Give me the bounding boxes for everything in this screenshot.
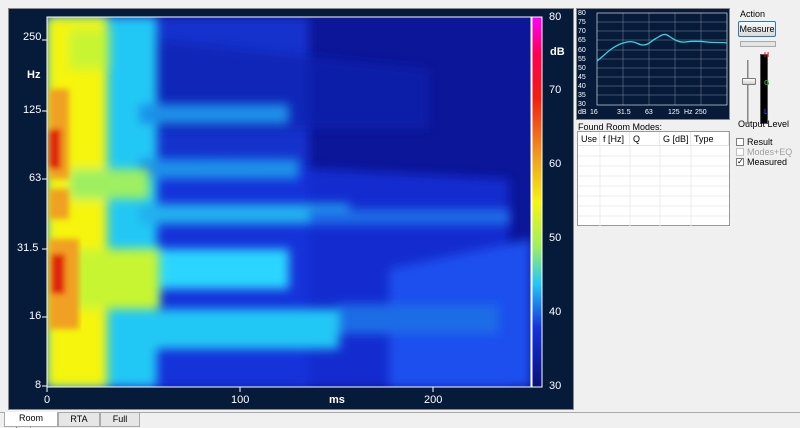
x-axis-unit: ms: [329, 394, 345, 406]
room-modes-grid: [578, 146, 729, 226]
fr-y-tick-55: 55: [578, 56, 586, 63]
modes-eq-checkbox: [736, 147, 744, 156]
fr-y-tick-40: 40: [578, 83, 586, 90]
column-use[interactable]: Use: [578, 132, 600, 145]
y-tick-63: 63: [29, 172, 42, 184]
room-modes-table[interactable]: Use f [Hz] Q G [dB] Type: [577, 131, 730, 226]
colorbar-tick-80: 80: [549, 11, 562, 23]
y-tick-31-5: 31.5: [17, 242, 39, 254]
y-axis-unit: Hz: [27, 69, 41, 81]
fr-x-tick-125: 125: [668, 109, 680, 116]
result-checkbox[interactable]: [736, 137, 744, 146]
y-tick-125: 125: [23, 104, 42, 116]
tab-rta[interactable]: RTA: [58, 413, 100, 427]
colorbar-unit: dB: [550, 46, 565, 58]
colorbar-tick-70: 70: [549, 84, 562, 96]
fr-x-tick-31-5: 31.5: [617, 109, 631, 116]
column-type[interactable]: Type: [691, 132, 729, 145]
fr-y-tick-70: 70: [578, 28, 586, 35]
frequency-response-plot: [596, 12, 728, 106]
x-tick-200: 200: [424, 394, 443, 406]
meter-letter-low: L: [764, 109, 769, 116]
measure-button[interactable]: Measure: [738, 21, 776, 37]
meter-letter-high: H: [764, 52, 770, 59]
fr-x-tick-63: 63: [645, 109, 653, 116]
measured-checkbox[interactable]: ✓: [736, 157, 744, 166]
tab-full-range[interactable]: Full Range: [100, 413, 140, 428]
slider-track: [747, 60, 749, 124]
y-tick-16: 16: [29, 310, 42, 322]
output-level-label: Output Level: [738, 119, 790, 129]
room-analyzer-window: 250 Hz 125 63 31.5 16 8 0 100 ms 200 80 …: [0, 0, 800, 428]
colorbar-tick-40: 40: [549, 306, 562, 318]
waterfall-plot[interactable]: 250 Hz 125 63 31.5 16 8 0 100 ms 200 80 …: [8, 8, 574, 410]
modes-eq-checkbox-label: Modes+EQ: [747, 146, 793, 157]
tab-bar: Room Analyzer RTA Full Range: [0, 412, 800, 428]
fr-x-tick-16: 16: [590, 109, 598, 116]
x-tick-100: 100: [231, 394, 250, 406]
frequency-response-graph[interactable]: 80 75 70 65 60 55 50 45 40 35 30 dB 16 3…: [576, 8, 730, 120]
column-q[interactable]: Q: [630, 132, 660, 145]
y-tick-250: 250: [23, 31, 42, 43]
measured-checkbox-row[interactable]: ✓ Measured: [736, 156, 787, 167]
colorbar-tick-50: 50: [549, 232, 562, 244]
fr-y-unit: dB: [578, 109, 587, 116]
result-checkbox-label: Result: [747, 136, 773, 147]
colorbar-tick-60: 60: [549, 158, 562, 170]
fr-y-tick-80: 80: [578, 10, 586, 17]
y-tick-8: 8: [35, 379, 42, 391]
fr-y-tick-65: 65: [578, 37, 586, 44]
action-title: Action: [740, 9, 766, 19]
fr-y-tick-45: 45: [578, 74, 586, 81]
fr-y-tick-30: 30: [578, 101, 586, 108]
colorbar-tick-30: 30: [549, 380, 562, 392]
fr-x-tick-250: 250: [695, 109, 707, 116]
column-gain[interactable]: G [dB]: [660, 132, 691, 145]
slider-thumb[interactable]: [742, 78, 756, 85]
x-tick-0: 0: [44, 394, 51, 406]
column-frequency[interactable]: f [Hz]: [600, 132, 630, 145]
meter-letter-good: G: [764, 80, 770, 87]
measure-progress-bar: [740, 41, 776, 47]
waterfall-heatmap: [42, 16, 543, 392]
fr-x-unit: Hz: [684, 109, 693, 116]
fr-y-tick-50: 50: [578, 65, 586, 72]
fr-y-tick-35: 35: [578, 92, 586, 99]
fr-y-tick-75: 75: [578, 19, 586, 26]
tab-room-analyzer[interactable]: Room Analyzer: [4, 412, 58, 428]
measured-checkbox-label: Measured: [747, 156, 788, 167]
fr-y-tick-60: 60: [578, 47, 586, 54]
output-level-slider[interactable]: [742, 60, 756, 124]
action-panel: Action Measure H G L Output Level: [736, 8, 796, 129]
room-modes-header: Use f [Hz] Q G [dB] Type: [578, 132, 729, 146]
